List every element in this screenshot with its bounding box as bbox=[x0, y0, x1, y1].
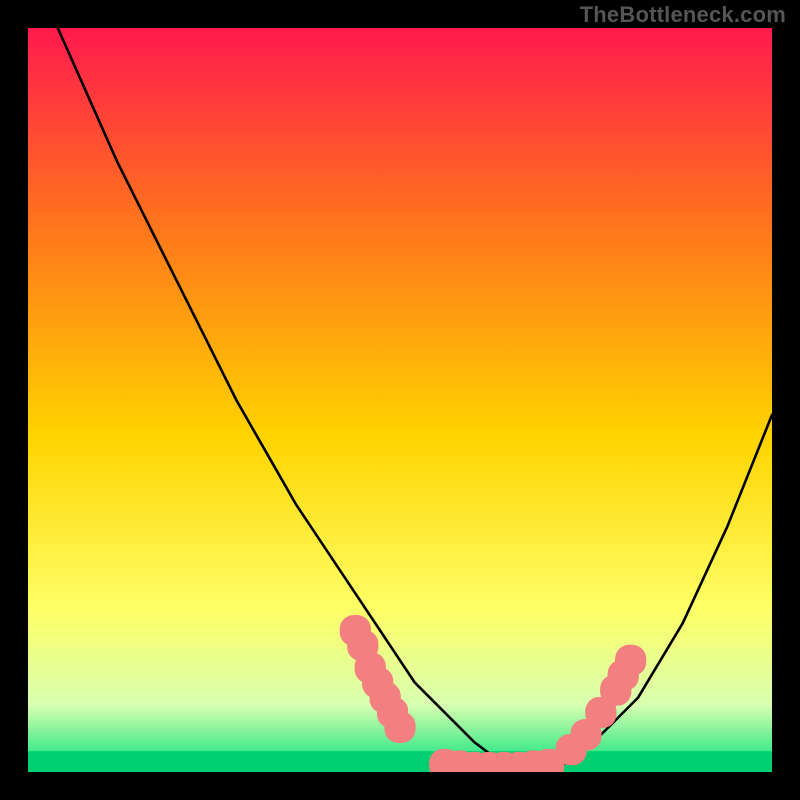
highlight-marker bbox=[615, 645, 646, 676]
chart-baseline-band bbox=[28, 751, 772, 772]
watermark-text: TheBottleneck.com bbox=[580, 2, 786, 28]
chart-frame bbox=[28, 28, 772, 772]
chart-svg bbox=[28, 28, 772, 772]
highlight-marker bbox=[384, 712, 415, 743]
